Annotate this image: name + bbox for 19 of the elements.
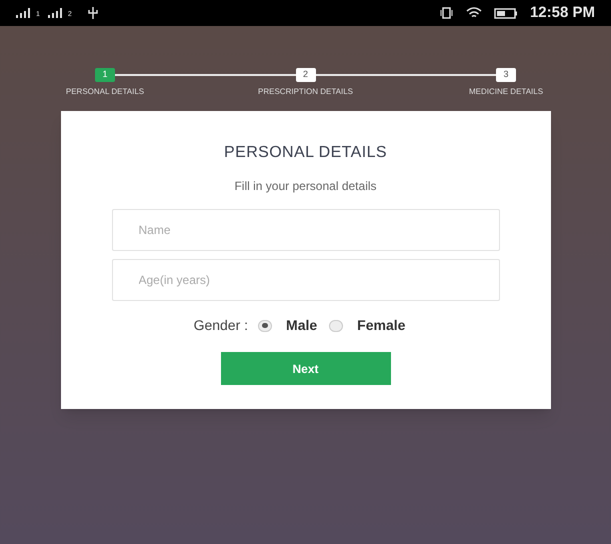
step-label: MEDICINE DETAILS — [468, 86, 544, 98]
radio-button[interactable] — [329, 320, 344, 332]
wifi-icon — [466, 7, 482, 19]
radio-label: Male — [286, 316, 318, 335]
text-field[interactable]: Name — [112, 209, 500, 251]
step-label: PERSONAL DETAILS — [66, 86, 144, 98]
vibrate-icon — [440, 7, 454, 19]
battery-icon — [494, 8, 518, 18]
step-label: PRESCRIPTION DETAILS — [258, 86, 353, 98]
form-title: PERSONAL DETAILS — [224, 143, 387, 163]
usb-icon — [88, 7, 98, 19]
gender-label: Gender : — [194, 316, 248, 335]
radio-button[interactable] — [258, 320, 272, 332]
radio-label: Female — [357, 316, 406, 335]
text-field[interactable]: Age(in years) — [112, 259, 500, 301]
clock-time: 12:58 PM — [530, 2, 595, 23]
form-subtitle: Fill in your personal details — [234, 178, 377, 195]
step-number[interactable]: 3 — [496, 68, 516, 82]
step-number[interactable]: 2 — [296, 68, 316, 82]
